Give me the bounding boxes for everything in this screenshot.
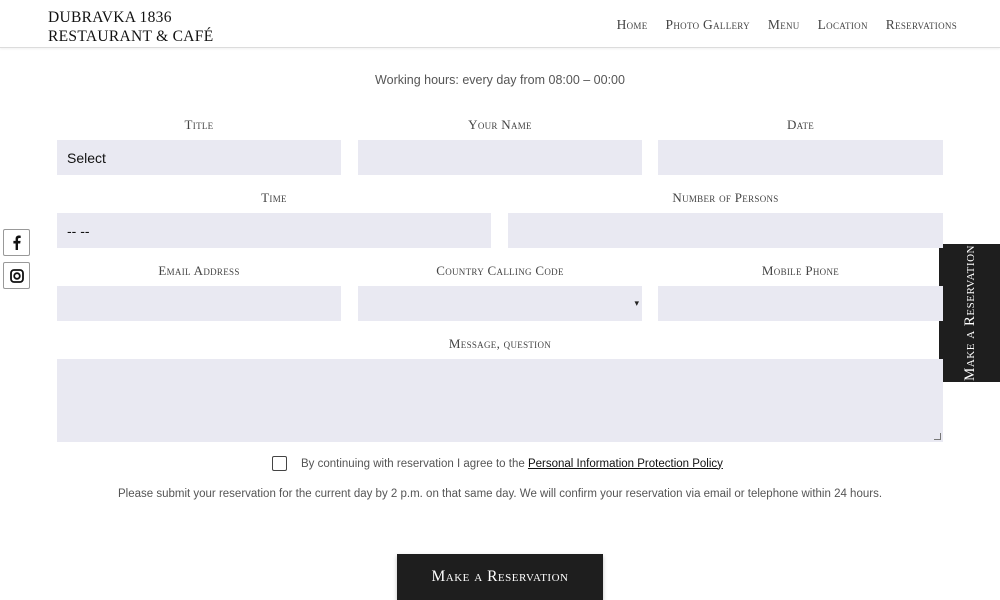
consent-text: By continuing with reservation I agree t… — [301, 458, 723, 470]
nav-reservations[interactable]: Reservations — [886, 17, 957, 33]
facebook-icon[interactable] — [3, 229, 30, 256]
consent-row: By continuing with reservation I agree t… — [272, 456, 723, 471]
persons-label: Number of Persons — [672, 190, 779, 205]
resize-grip-icon[interactable] — [934, 433, 941, 440]
title-select-value: Select — [67, 149, 106, 166]
title-select[interactable]: Select — [57, 140, 341, 175]
working-hours: Working hours: every day from 08:00 – 00… — [375, 73, 625, 87]
mobile-field[interactable] — [658, 286, 943, 321]
persons-field[interactable] — [508, 213, 943, 248]
nav-menu[interactable]: Menu — [768, 17, 800, 33]
main-nav: Home Photo Gallery Menu Location Reserva… — [617, 17, 957, 33]
privacy-policy-link[interactable]: Personal Information Protection Policy — [528, 458, 723, 470]
make-reservation-button[interactable]: Make a Reservation — [397, 554, 603, 600]
side-reservation-tab[interactable]: Make a Reservation — [939, 244, 1000, 382]
country-code-select[interactable]: ▾ — [358, 286, 642, 321]
date-field[interactable] — [658, 140, 943, 175]
message-textarea[interactable] — [57, 359, 943, 442]
chevron-down-icon: ▾ — [634, 298, 639, 308]
mobile-label: Mobile Phone — [761, 263, 840, 278]
side-tab-label: Make a Reservation — [961, 245, 978, 381]
submission-note: Please submit your reservation for the c… — [117, 488, 883, 500]
time-field[interactable]: -- -- — [57, 213, 491, 248]
consent-text-prefix: By continuing with reservation I agree t… — [301, 457, 525, 470]
site-logo[interactable]: DUBRAVKA 1836 RESTAURANT & CAFÉ — [48, 8, 213, 46]
email-label: Email Address — [158, 263, 240, 278]
email-field[interactable] — [57, 286, 341, 321]
nav-photo-gallery[interactable]: Photo Gallery — [666, 17, 750, 33]
country-code-label: Country Calling Code — [436, 263, 564, 278]
nav-home[interactable]: Home — [617, 17, 648, 33]
name-field[interactable] — [358, 140, 642, 175]
site-header: DUBRAVKA 1836 RESTAURANT & CAFÉ Home Pho… — [0, 0, 1000, 48]
logo-line-2: RESTAURANT & CAFÉ — [48, 28, 214, 45]
title-label: Title — [184, 117, 214, 132]
time-label: Time — [261, 190, 287, 205]
date-label: Date — [786, 117, 815, 132]
time-field-value: -- -- — [67, 222, 90, 239]
nav-location[interactable]: Location — [818, 17, 868, 33]
name-label: Your Name — [468, 117, 532, 132]
consent-checkbox[interactable] — [272, 456, 287, 471]
message-label: Message, question — [448, 336, 552, 351]
logo-line-1: DUBRAVKA 1836 — [48, 9, 172, 26]
instagram-icon[interactable] — [3, 262, 30, 289]
